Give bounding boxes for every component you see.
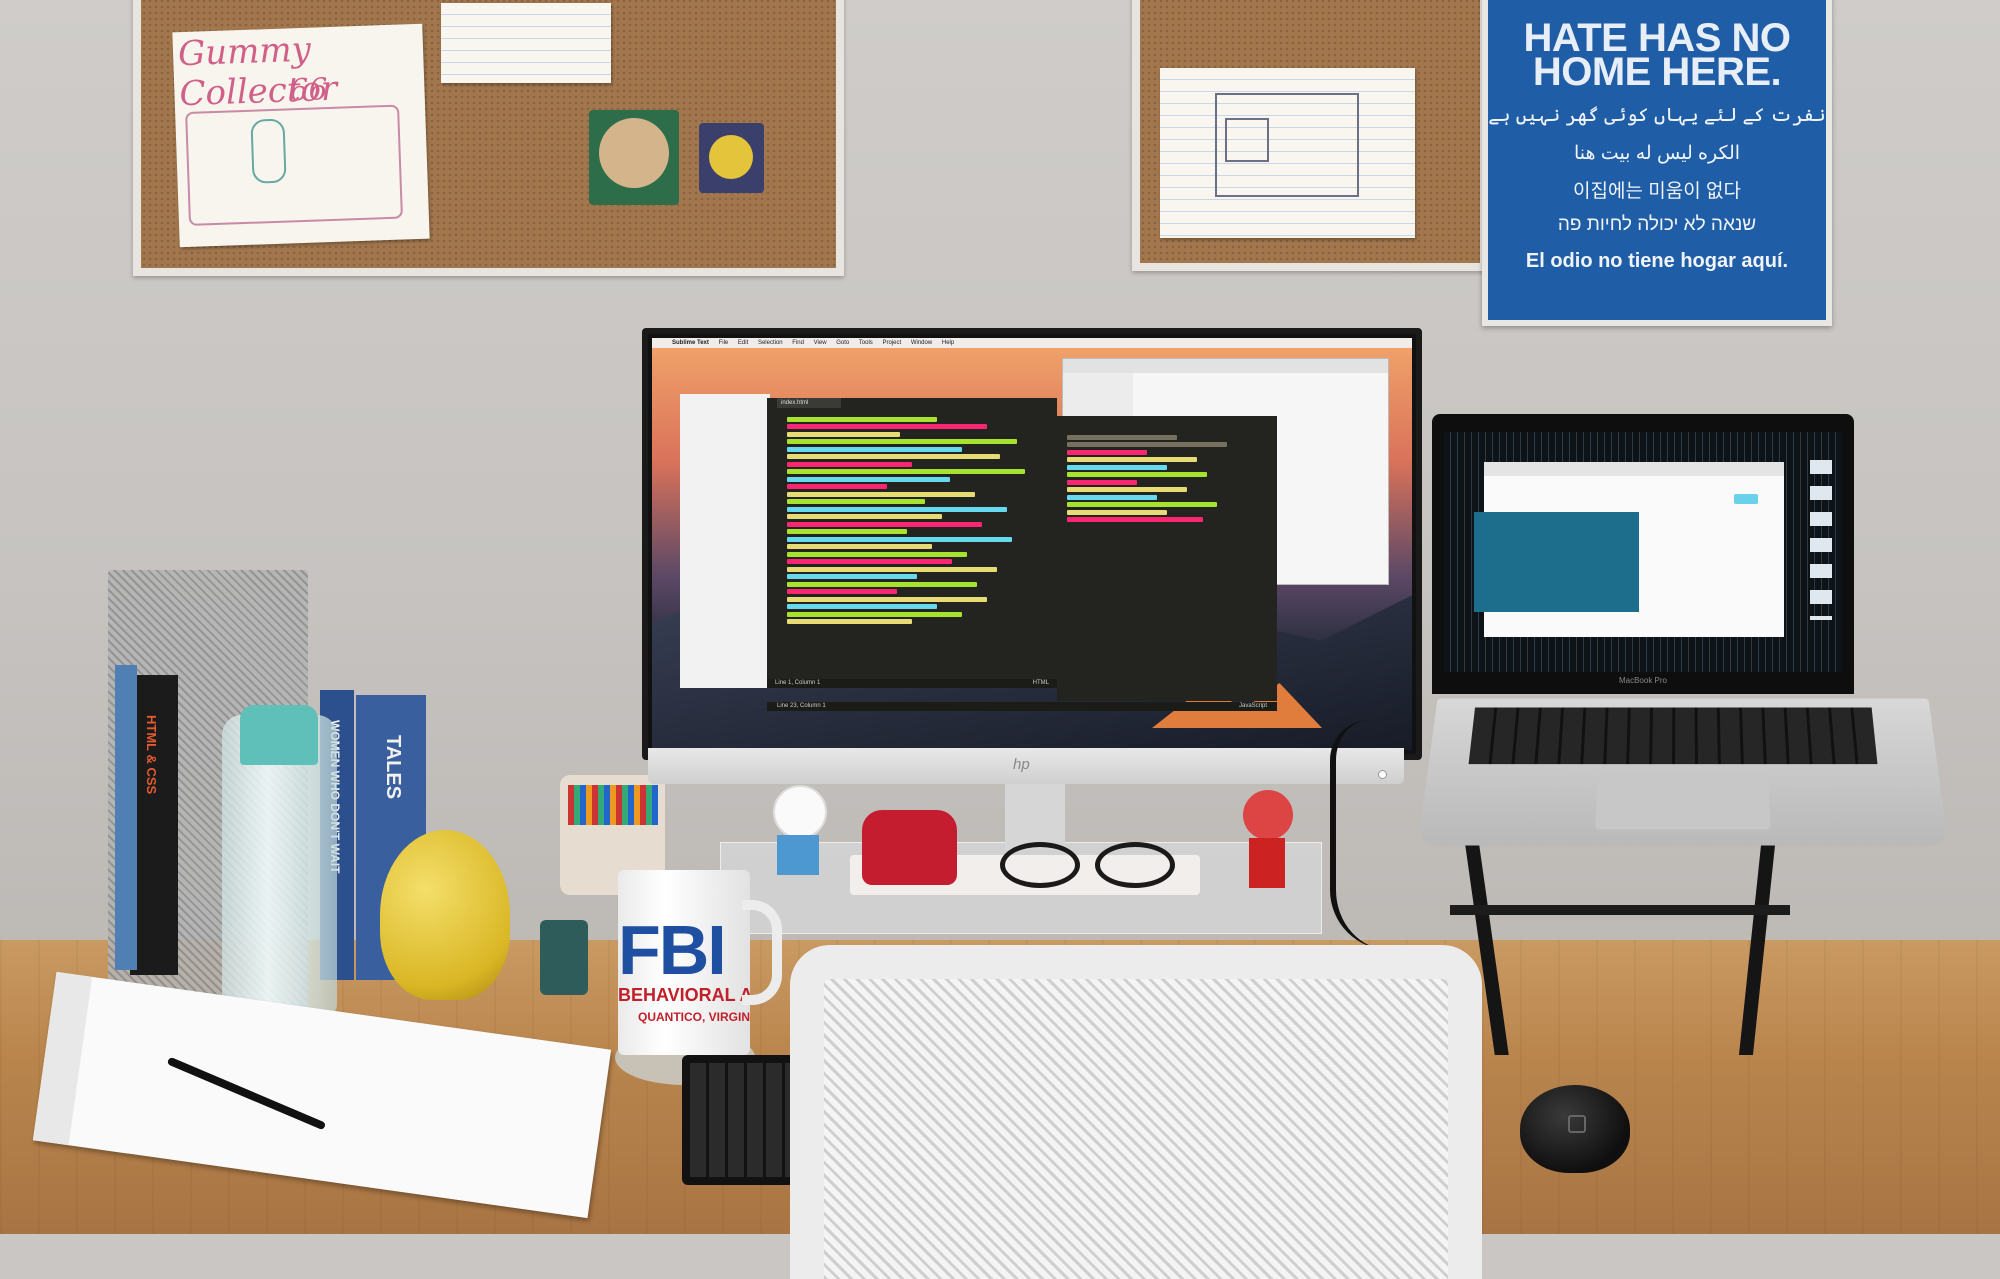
pacman-coaster	[699, 123, 764, 193]
red-dog-figurine	[862, 810, 957, 885]
menu-file[interactable]: File	[719, 340, 729, 346]
status-syntax-2[interactable]: JavaScript	[1239, 702, 1267, 711]
menu-selection[interactable]: Selection	[758, 340, 783, 346]
laptop-dock-icons	[1810, 460, 1832, 620]
left-corkboard: Gummy Collector 66	[133, 0, 844, 276]
poster-line-hebrew: שנאה לא יכולה לחיות פה	[1557, 214, 1757, 235]
book-title-tales: TALES	[382, 735, 404, 800]
small-jar	[540, 920, 588, 995]
book-title-html-css: HTML & CSS	[144, 715, 159, 795]
laptop-teal-panel	[1474, 512, 1639, 612]
hp-logo: hp	[1013, 756, 1030, 773]
menu-help[interactable]: Help	[942, 340, 954, 346]
eyeglasses	[1000, 837, 1180, 888]
code-editor-left[interactable]: index.html Line 1, Column 1 HTML	[767, 398, 1057, 688]
book-blue	[115, 665, 137, 970]
menu-find[interactable]: Find	[792, 340, 804, 346]
status-syntax[interactable]: HTML	[1033, 679, 1049, 688]
sketch-note-top	[441, 3, 611, 83]
menu-edit[interactable]: Edit	[738, 340, 748, 346]
laptop-stand	[1450, 845, 1830, 1055]
editor-tab[interactable]: index.html	[777, 398, 841, 408]
menu-project[interactable]: Project	[882, 340, 901, 346]
laptop-trackpad[interactable]	[1595, 773, 1771, 830]
laptop-screen-bezel: MacBook Pro	[1432, 414, 1854, 694]
menu-window[interactable]: Window	[911, 340, 932, 346]
sketch-box	[185, 104, 403, 226]
red-character-figurine	[1235, 790, 1300, 890]
monitor-chin: hp	[648, 748, 1404, 784]
poster-line-urdu: نفرت کے لئے یہاں کوئی گھر نہیں ہے	[1488, 105, 1826, 126]
finn-figurine	[765, 785, 830, 895]
laptop-screen	[1444, 432, 1842, 672]
pen[interactable]	[166, 1056, 327, 1131]
laptop-keyboard[interactable]	[1468, 707, 1878, 765]
menu-view[interactable]: View	[814, 340, 827, 346]
status-line-col-2: Line 23, Column 1	[777, 703, 826, 709]
menu-goto[interactable]: Goto	[836, 340, 849, 346]
laptop-brand-label: MacBook Pro	[1618, 676, 1668, 685]
editor-status-bar: Line 1, Column 1 HTML	[767, 679, 1057, 688]
right-corkboard	[1132, 0, 1488, 271]
hate-has-no-home-poster: HATE HAS NO HOME HERE. نفرت کے لئے یہاں …	[1482, 0, 1832, 326]
mesh-office-chair	[790, 945, 1482, 1279]
computer-mouse[interactable]	[1520, 1085, 1630, 1173]
mug-fbi-text: FBI	[618, 911, 727, 989]
poster-headline-2: HOME HERE.	[1532, 50, 1782, 94]
wireframe-sketch	[1160, 68, 1415, 238]
monitor-screen: Sublime Text File Edit Selection Find Vi…	[652, 338, 1412, 750]
editor-status-bar-2: Line 23, Column 1 JavaScript	[767, 702, 1277, 711]
mug-handle	[742, 900, 782, 1005]
code-lines	[787, 414, 1037, 627]
book-html-css: HTML & CSS	[130, 675, 178, 975]
poster-line-arabic: الكره ليس له بيت هنا	[1573, 143, 1741, 164]
editor-sidebar[interactable]	[680, 394, 770, 688]
gummy-sign-number: 66	[288, 72, 329, 109]
external-monitor: Sublime Text File Edit Selection Find Vi…	[642, 328, 1422, 760]
water-bottle	[222, 705, 337, 1015]
keyboard[interactable]	[682, 1055, 802, 1185]
mac-menu-bar[interactable]: Sublime Text File Edit Selection Find Vi…	[652, 338, 1412, 348]
gummy-collector-sign: Gummy Collector 66	[172, 23, 430, 248]
mug-location: QUANTICO, VIRGINIA	[638, 1010, 750, 1024]
code-editor-right[interactable]: Line 23, Column 1 JavaScript	[767, 416, 1277, 711]
menu-app-name[interactable]: Sublime Text	[672, 340, 709, 346]
gold-cat-figurine	[380, 830, 510, 1000]
poster-line-korean: 이집에는 미움이 없다	[1573, 181, 1741, 202]
mug-subtitle: BEHAVIORAL ANALYSIS UNIT	[618, 985, 750, 1005]
menu-tools[interactable]: Tools	[859, 340, 873, 346]
sloth-coaster	[589, 110, 679, 205]
status-line-col: Line 1, Column 1	[775, 680, 821, 686]
mouse-logo	[1568, 1115, 1586, 1133]
laptop-base	[1417, 698, 1949, 846]
poster-line-spanish: El odio no tiene hogar aquí.	[1525, 250, 1789, 272]
cable-bundle	[1330, 720, 1466, 950]
fbi-mug: FBI BEHAVIORAL ANALYSIS UNIT QUANTICO, V…	[618, 870, 750, 1055]
